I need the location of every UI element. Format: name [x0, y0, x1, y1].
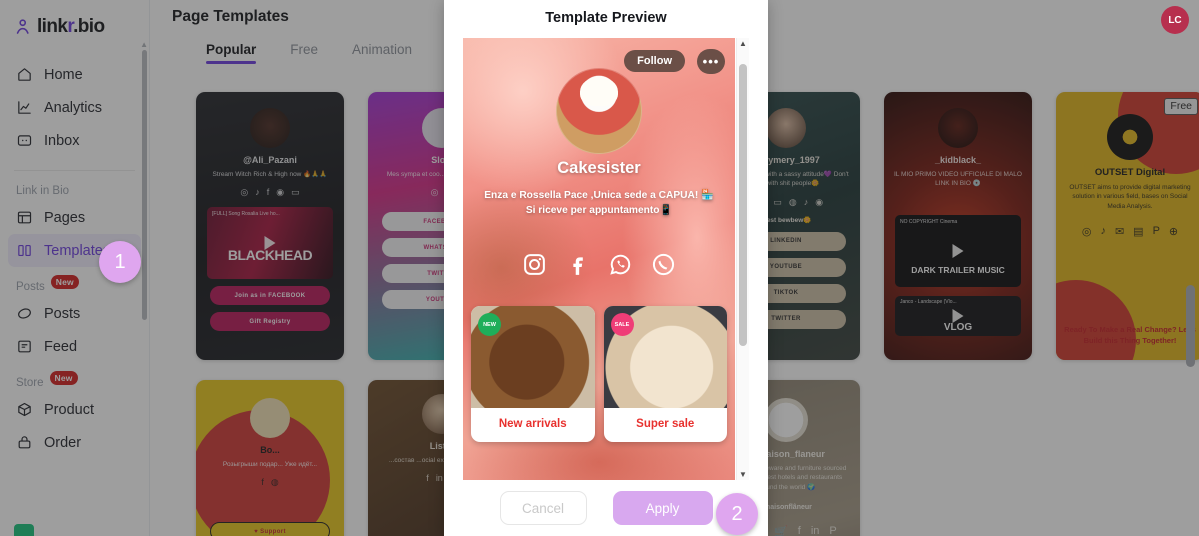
cancel-button[interactable]: Cancel — [499, 491, 587, 525]
preview-profile-name: Cakesister — [557, 159, 641, 177]
preview-card-super-sale[interactable]: SALE Super sale — [603, 306, 727, 442]
product-caption: New arrivals — [498, 418, 567, 430]
instagram-icon[interactable] — [522, 252, 547, 277]
step-badge-2: 2 — [716, 493, 758, 535]
new-badge: NEW — [478, 313, 501, 336]
modal-scrollbar-thumb[interactable] — [739, 64, 747, 346]
more-options-icon[interactable]: ••• — [697, 49, 725, 74]
whatsapp-icon[interactable] — [608, 252, 633, 277]
product-image: NEW — [471, 306, 595, 408]
sale-badge: SALE — [610, 313, 634, 336]
preview-phone-frame: Follow ••• Cakesister Enza e Rossella Pa… — [463, 38, 735, 480]
modal-scrollbar[interactable]: ▲ ▼ — [736, 38, 749, 480]
app-root: linkr.bio Home Analytics Inbox Link in B… — [0, 0, 1199, 536]
modal-title: Template Preview — [545, 10, 667, 26]
avatar[interactable]: LC — [1161, 6, 1189, 34]
preview-social-row — [463, 252, 735, 277]
preview-bio-line2: Si riceve per appuntamento📱 — [525, 205, 673, 217]
step-badge-1: 1 — [99, 241, 141, 283]
preview-avatar — [556, 68, 642, 154]
apply-button[interactable]: Apply — [612, 491, 713, 525]
preview-product-cards: NEW New arrivals SALE Super sale — [471, 306, 727, 442]
follow-button[interactable]: Follow — [624, 50, 685, 72]
phone-icon[interactable] — [651, 252, 676, 277]
scroll-up-icon[interactable]: ▲ — [737, 39, 749, 48]
preview-bio: Enza e Rossella Pace ,Unica sede a CAPUA… — [469, 188, 729, 219]
scroll-down-icon[interactable]: ▼ — [737, 470, 749, 479]
product-image: SALE — [603, 306, 727, 408]
preview-bio-line1: Enza e Rossella Pace ,Unica sede a CAPUA… — [484, 190, 714, 201]
facebook-icon[interactable] — [565, 252, 590, 277]
preview-card-new-arrivals[interactable]: NEW New arrivals — [471, 306, 595, 442]
product-caption: Super sale — [636, 418, 695, 430]
modal-body: Follow ••• Cakesister Enza e Rossella Pa… — [463, 38, 749, 480]
template-preview-modal: Template Preview Follow ••• Cakesister E… — [444, 0, 768, 536]
